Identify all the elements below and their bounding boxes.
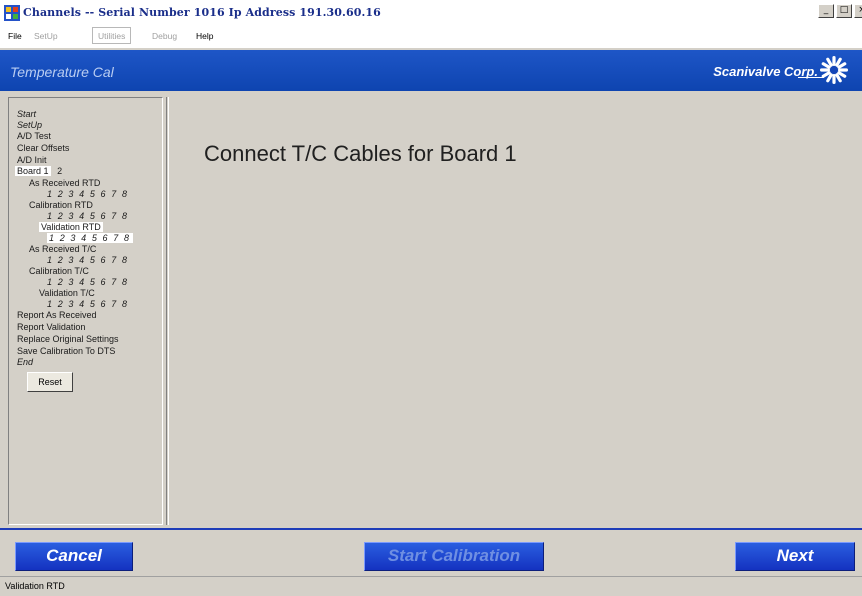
as-received-rtd-channels[interactable]: 1 2 3 4 5 6 7 8 xyxy=(47,189,129,199)
main-pane: Connect T/C Cables for Board 1 xyxy=(171,97,862,525)
step-calibration-rtd[interactable]: Calibration RTD xyxy=(29,200,93,210)
step-ad-test[interactable]: A/D Test xyxy=(17,131,51,141)
reset-button[interactable]: Reset xyxy=(27,372,73,392)
header-banner: Temperature Cal Scanivalve Corp. xyxy=(0,50,862,91)
title-bar[interactable]: Channels -- Serial Number 1016 Ip Addres… xyxy=(0,0,862,26)
calibration-tc-channels[interactable]: 1 2 3 4 5 6 7 8 xyxy=(47,277,129,287)
board-2-option[interactable]: 2 xyxy=(57,166,62,176)
validation-rtd-channels[interactable]: 1 2 3 4 5 6 7 8 xyxy=(47,233,133,243)
step-start[interactable]: Start xyxy=(17,109,36,119)
step-validation-tc[interactable]: Validation T/C xyxy=(39,288,95,298)
menu-file[interactable]: File xyxy=(8,31,22,41)
maximize-button[interactable]: □ xyxy=(836,4,852,18)
step-setup[interactable]: SetUp xyxy=(17,120,42,130)
close-button[interactable]: × xyxy=(854,4,862,18)
step-clear-offsets[interactable]: Clear Offsets xyxy=(17,143,69,153)
menu-setup[interactable]: SetUp xyxy=(34,31,58,41)
step-replace-original-settings[interactable]: Replace Original Settings xyxy=(17,334,119,344)
cancel-button[interactable]: Cancel xyxy=(15,542,133,571)
window-title: Channels -- Serial Number 1016 Ip Addres… xyxy=(23,6,381,19)
next-button[interactable]: Next xyxy=(735,542,855,571)
board-1-option[interactable]: 1 xyxy=(44,166,49,176)
page-title: Temperature Cal xyxy=(10,64,114,80)
validation-tc-channels[interactable]: 1 2 3 4 5 6 7 8 xyxy=(47,299,129,309)
menu-bar: File SetUp Utilities Debug Help xyxy=(0,26,862,48)
step-as-received-rtd[interactable]: As Received RTD xyxy=(29,178,100,188)
board-selector: Board 1 2 xyxy=(15,166,62,176)
start-calibration-button[interactable]: Start Calibration xyxy=(364,542,544,571)
board-label: Board 1 xyxy=(15,166,51,176)
step-sidebar: Start SetUp A/D Test Clear Offsets A/D I… xyxy=(8,97,163,525)
step-calibration-tc[interactable]: Calibration T/C xyxy=(29,266,89,276)
bottom-separator xyxy=(0,528,862,530)
step-as-received-tc[interactable]: As Received T/C xyxy=(29,244,96,254)
scanivalve-logo-icon xyxy=(820,56,848,84)
status-text: Validation RTD xyxy=(5,581,65,591)
status-bar: Validation RTD xyxy=(0,576,862,596)
step-ad-init[interactable]: A/D Init xyxy=(17,155,47,165)
calibration-rtd-channels[interactable]: 1 2 3 4 5 6 7 8 xyxy=(47,211,129,221)
step-report-as-received[interactable]: Report As Received xyxy=(17,310,97,320)
step-save-calibration[interactable]: Save Calibration To DTS xyxy=(17,346,115,356)
as-received-tc-channels[interactable]: 1 2 3 4 5 6 7 8 xyxy=(47,255,129,265)
instruction-text: Connect T/C Cables for Board 1 xyxy=(204,141,517,166)
app-icon xyxy=(4,5,20,21)
menu-utilities[interactable]: Utilities xyxy=(92,27,132,44)
window-controls: _ □ × xyxy=(816,4,862,18)
menu-help[interactable]: Help xyxy=(196,31,213,41)
step-report-validation[interactable]: Report Validation xyxy=(17,322,85,332)
step-validation-rtd[interactable]: Validation RTD xyxy=(39,222,103,232)
app-window: Channels -- Serial Number 1016 Ip Addres… xyxy=(0,0,862,596)
step-end[interactable]: End xyxy=(17,357,33,367)
menu-debug[interactable]: Debug xyxy=(152,31,177,41)
minimize-button[interactable]: _ xyxy=(818,4,834,18)
